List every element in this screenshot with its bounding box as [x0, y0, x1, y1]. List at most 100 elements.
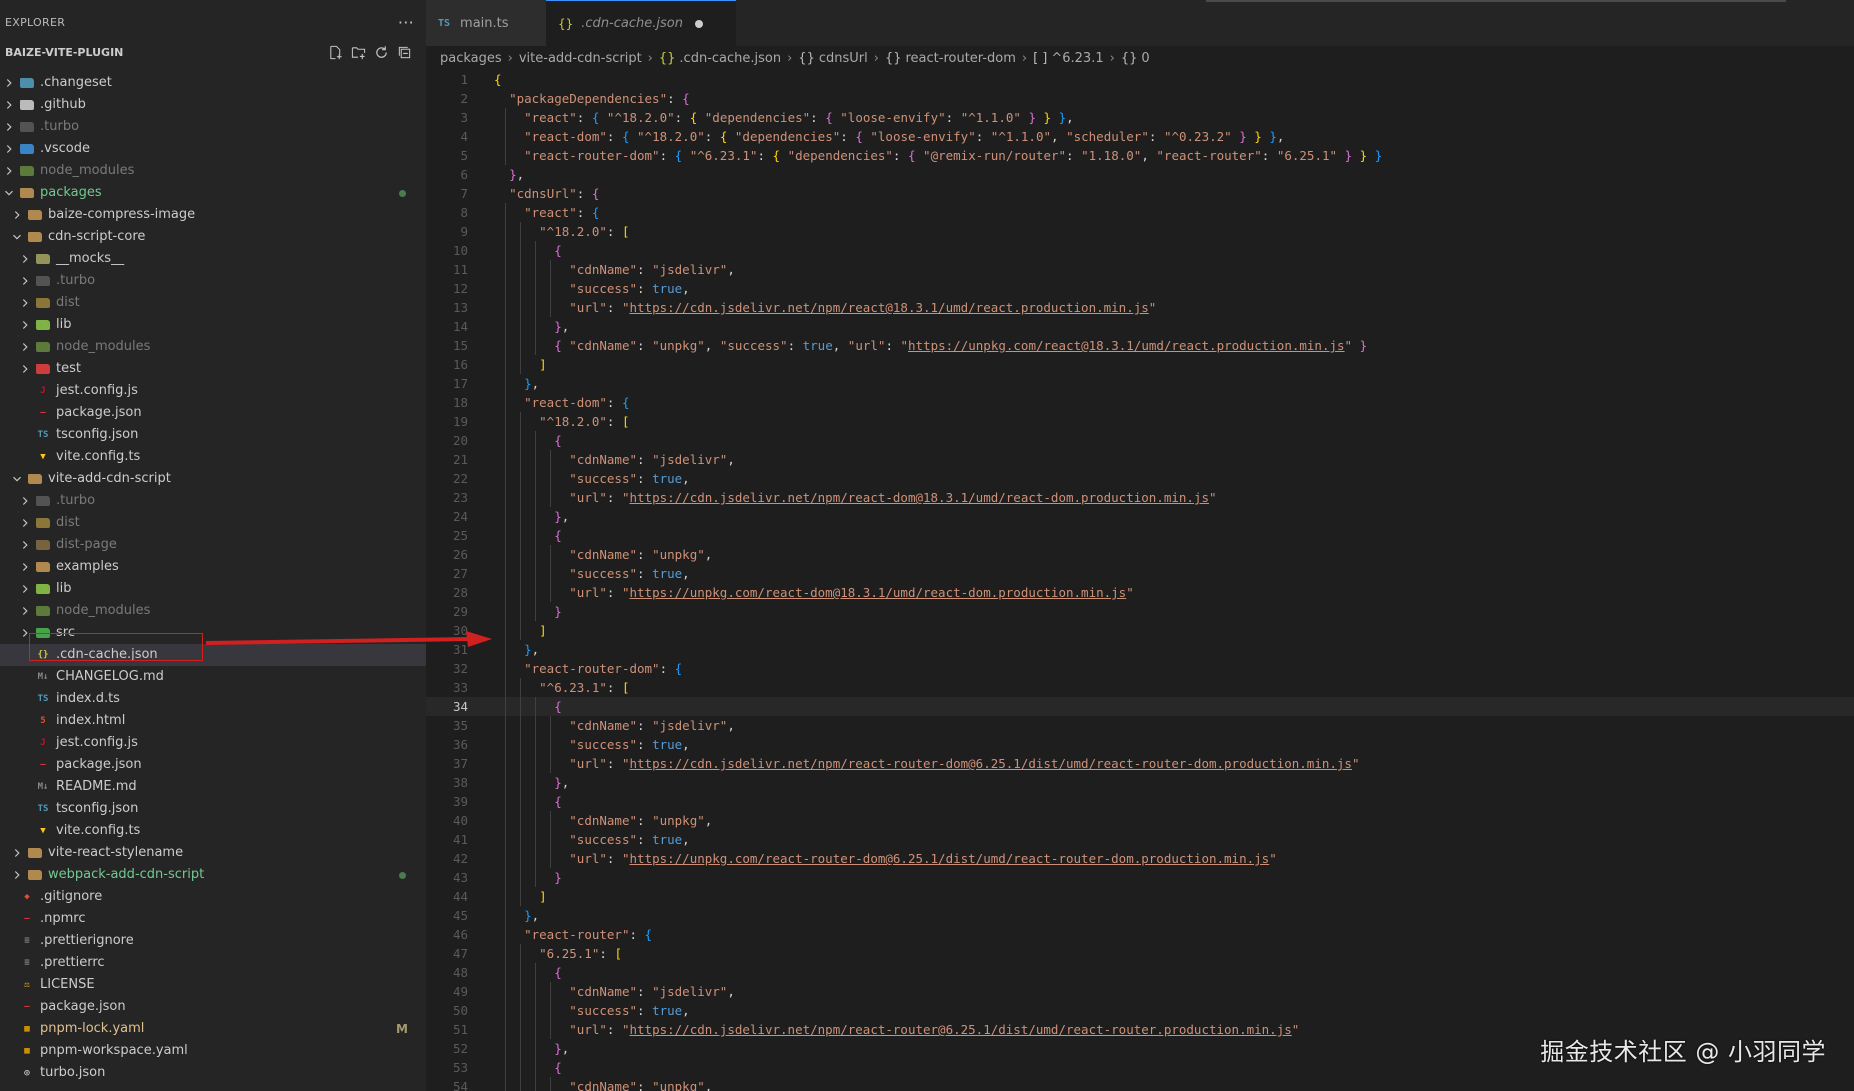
- tree-folder[interactable]: dist-page: [0, 534, 426, 556]
- code-line[interactable]: 3 "react": { "^18.2.0": { "dependencies"…: [426, 108, 1854, 127]
- new-folder-icon[interactable]: [351, 45, 366, 60]
- tree-file[interactable]: ▦ pnpm-lock.yaml M: [0, 1018, 426, 1040]
- code-line[interactable]: 38 },: [426, 773, 1854, 792]
- code-line[interactable]: 25 {: [426, 526, 1854, 545]
- code-line[interactable]: 17 },: [426, 374, 1854, 393]
- code-line[interactable]: 20 {: [426, 431, 1854, 450]
- tree-file[interactable]: M↓ README.md: [0, 776, 426, 798]
- code-line[interactable]: 16 ]: [426, 355, 1854, 374]
- code-line[interactable]: 44 ]: [426, 887, 1854, 906]
- code-line[interactable]: 14 },: [426, 317, 1854, 336]
- code-line[interactable]: 19 "^18.2.0": [: [426, 412, 1854, 431]
- tree-folder[interactable]: .changeset: [0, 72, 426, 94]
- tab-scrollbar[interactable]: [1206, 0, 1786, 2]
- code-line[interactable]: 11 "cdnName": "jsdelivr",: [426, 260, 1854, 279]
- tree-file[interactable]: — package.json: [0, 996, 426, 1018]
- code-line[interactable]: 28 "url": "https://unpkg.com/react-dom@1…: [426, 583, 1854, 602]
- tree-file[interactable]: Jjest.config.js: [0, 732, 426, 754]
- tree-folder[interactable]: .github: [0, 94, 426, 116]
- tree-file[interactable]: TS tsconfig.json: [0, 424, 426, 446]
- code-line[interactable]: 40 "cdnName": "unpkg",: [426, 811, 1854, 830]
- code-line[interactable]: 22 "success": true,: [426, 469, 1854, 488]
- code-line[interactable]: 47 "6.25.1": [: [426, 944, 1854, 963]
- code-line[interactable]: 21 "cdnName": "jsdelivr",: [426, 450, 1854, 469]
- code-line[interactable]: 13 "url": "https://cdn.jsdelivr.net/npm/…: [426, 298, 1854, 317]
- code-line[interactable]: 46 "react-router": {: [426, 925, 1854, 944]
- new-file-icon[interactable]: [328, 45, 343, 60]
- breadcrumb-item[interactable]: {} react-router-dom: [885, 51, 1016, 66]
- tab-cdn-cache-json[interactable]: {} .cdn-cache.json: [546, 0, 736, 46]
- code-line[interactable]: 35 "cdnName": "jsdelivr",: [426, 716, 1854, 735]
- tree-folder[interactable]: node_modules: [0, 600, 426, 622]
- code-line[interactable]: 41 "success": true,: [426, 830, 1854, 849]
- code-line[interactable]: 39 {: [426, 792, 1854, 811]
- tree-folder[interactable]: .turbo: [0, 490, 426, 512]
- breadcrumb-item[interactable]: {} 0: [1121, 51, 1150, 66]
- tree-folder[interactable]: cdn-script-core: [0, 226, 426, 248]
- code-line[interactable]: 26 "cdnName": "unpkg",: [426, 545, 1854, 564]
- tree-folder[interactable]: test: [0, 358, 426, 380]
- code-line[interactable]: 34 {: [426, 697, 1854, 716]
- tree-folder[interactable]: vite-react-stylename: [0, 842, 426, 864]
- tree-file[interactable]: — package.json: [0, 754, 426, 776]
- tree-file[interactable]: TS tsconfig.json: [0, 798, 426, 820]
- code-line[interactable]: 54 "cdnName": "unpkg",: [426, 1077, 1854, 1091]
- code-line[interactable]: 36 "success": true,: [426, 735, 1854, 754]
- breadcrumb-item[interactable]: {} cdnsUrl: [798, 51, 867, 66]
- tree-folder[interactable]: .vscode: [0, 138, 426, 160]
- tree-file[interactable]: — package.json: [0, 402, 426, 424]
- tree-folder[interactable]: lib: [0, 314, 426, 336]
- tab-main-ts[interactable]: TS main.ts: [426, 0, 546, 46]
- tree-file[interactable]: TS index.d.ts: [0, 688, 426, 710]
- tree-file[interactable]: ◎ turbo.json: [0, 1062, 426, 1084]
- code-line[interactable]: 31 },: [426, 640, 1854, 659]
- workspace-section-header[interactable]: BAIZE-VITE-PLUGIN: [0, 44, 426, 60]
- more-actions-icon[interactable]: ···: [398, 13, 418, 32]
- code-line[interactable]: 48 {: [426, 963, 1854, 982]
- code-line[interactable]: 33 "^6.23.1": [: [426, 678, 1854, 697]
- code-line[interactable]: 5 "react-router-dom": { "^6.23.1": { "de…: [426, 146, 1854, 165]
- tree-folder[interactable]: node_modules: [0, 336, 426, 358]
- tree-folder[interactable]: baize-compress-image: [0, 204, 426, 226]
- code-line[interactable]: 10 {: [426, 241, 1854, 260]
- tree-folder[interactable]: .turbo: [0, 116, 426, 138]
- tree-file[interactable]: ▼ vite.config.ts: [0, 446, 426, 468]
- tree-file[interactable]: Jjest.config.js: [0, 380, 426, 402]
- code-line[interactable]: 32 "react-router-dom": {: [426, 659, 1854, 678]
- code-line[interactable]: 37 "url": "https://cdn.jsdelivr.net/npm/…: [426, 754, 1854, 773]
- tree-file[interactable]: ≡ .prettierrc: [0, 952, 426, 974]
- code-line[interactable]: 50 "success": true,: [426, 1001, 1854, 1020]
- tree-folder[interactable]: .turbo: [0, 270, 426, 292]
- code-line[interactable]: 9 "^18.2.0": [: [426, 222, 1854, 241]
- tree-file[interactable]: M↓ CHANGELOG.md: [0, 666, 426, 688]
- tree-file[interactable]: ≡ .prettierignore: [0, 930, 426, 952]
- code-line[interactable]: 1{: [426, 70, 1854, 89]
- tree-file[interactable]: ⚖ LICENSE: [0, 974, 426, 996]
- breadcrumb-item[interactable]: {} .cdn-cache.json: [659, 51, 781, 66]
- code-line[interactable]: 8 "react": {: [426, 203, 1854, 222]
- tree-file[interactable]: 5 index.html: [0, 710, 426, 732]
- code-line[interactable]: 6 },: [426, 165, 1854, 184]
- code-line[interactable]: 45 },: [426, 906, 1854, 925]
- code-line[interactable]: 18 "react-dom": {: [426, 393, 1854, 412]
- tree-folder[interactable]: dist: [0, 292, 426, 314]
- code-line[interactable]: 15 { "cdnName": "unpkg", "success": true…: [426, 336, 1854, 355]
- tree-folder[interactable]: lib: [0, 578, 426, 600]
- collapse-all-icon[interactable]: [397, 45, 412, 60]
- tree-folder[interactable]: __mocks__: [0, 248, 426, 270]
- code-line[interactable]: 12 "success": true,: [426, 279, 1854, 298]
- tree-file[interactable]: ▦ pnpm-workspace.yaml: [0, 1040, 426, 1062]
- breadcrumb-item[interactable]: [ ] ^6.23.1: [1033, 51, 1104, 66]
- code-line[interactable]: 7 "cdnsUrl": {: [426, 184, 1854, 203]
- tree-folder[interactable]: packages: [0, 182, 426, 204]
- tree-folder[interactable]: examples: [0, 556, 426, 578]
- code-line[interactable]: 49 "cdnName": "jsdelivr",: [426, 982, 1854, 1001]
- code-line[interactable]: 43 }: [426, 868, 1854, 887]
- code-editor[interactable]: 1{2 "packageDependencies": {3 "react": {…: [426, 70, 1854, 1091]
- tree-folder[interactable]: dist: [0, 512, 426, 534]
- code-line[interactable]: 4 "react-dom": { "^18.2.0": { "dependenc…: [426, 127, 1854, 146]
- tree-file[interactable]: ◆ .gitignore: [0, 886, 426, 908]
- code-line[interactable]: 27 "success": true,: [426, 564, 1854, 583]
- tree-folder[interactable]: node_modules: [0, 160, 426, 182]
- code-line[interactable]: 29 }: [426, 602, 1854, 621]
